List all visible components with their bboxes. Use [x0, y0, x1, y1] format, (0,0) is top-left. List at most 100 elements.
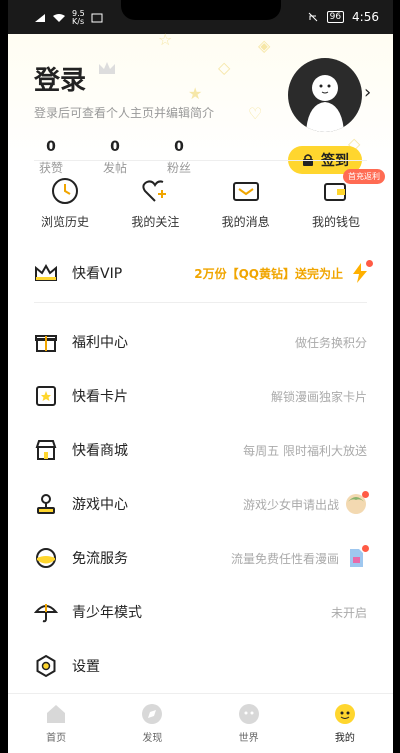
clock-icon — [52, 178, 78, 204]
stats-row: 0 获赞 0 发帖 0 粉丝 — [34, 139, 196, 176]
login-title[interactable]: 登录 — [34, 60, 117, 97]
profile-chevron-icon[interactable]: › — [364, 82, 371, 103]
vip-label: 快看VIP — [72, 266, 123, 282]
menu-games-icon-wrap — [34, 492, 58, 516]
quick-history[interactable]: 浏览历史 — [22, 175, 108, 230]
sim-icon — [35, 14, 45, 22]
menu-label: 游戏中心 — [72, 497, 128, 513]
network-speed-unit: K/s — [72, 17, 85, 26]
menu-list: 福利中心 做任务换积分 快看卡片 解锁漫画独家卡片 快看商城 每周五 限时福利大… — [8, 315, 393, 693]
menu-hint: 未开启 — [330, 605, 367, 620]
star-decoration-icon: ☆ — [158, 30, 173, 49]
vip-promo-thumb — [349, 260, 373, 284]
heart-plus-icon — [142, 180, 167, 202]
games-thumb — [345, 491, 369, 515]
quick-actions: 浏览历史 我的关注 我的消息 首充返利 我的钱包 — [22, 169, 385, 230]
quick-wallet[interactable]: 首充返利 我的钱包 — [293, 169, 385, 230]
quick-messages[interactable]: 我的消息 — [203, 175, 289, 230]
quick-messages-label: 我的消息 — [221, 215, 270, 229]
stat-label: 粉丝 — [166, 161, 191, 175]
notification-dot — [362, 545, 369, 552]
quick-follow[interactable]: 我的关注 — [112, 175, 198, 230]
menu-welfare-icon-wrap — [34, 330, 58, 354]
menu-settings-icon-wrap — [34, 654, 58, 678]
menu-label: 福利中心 — [72, 335, 128, 351]
tab-discover[interactable]: 发现 — [104, 694, 200, 753]
joystick-icon — [37, 494, 55, 514]
crown-icon — [35, 263, 57, 281]
quick-follow-label: 我的关注 — [131, 215, 180, 229]
tab-world[interactable]: 世界 — [201, 694, 297, 753]
battery-level: 96 — [326, 11, 345, 23]
stat-label: 发帖 — [102, 161, 127, 175]
menu-label: 设置 — [72, 659, 100, 675]
gift-decoration-icon: ◈ — [258, 36, 271, 55]
stat-likes[interactable]: 0 获赞 — [34, 139, 68, 176]
menu-hint: 每周五 限时福利大放送 — [243, 443, 367, 458]
mute-icon — [308, 12, 317, 22]
tab-label: 世界 — [238, 733, 259, 744]
star-decoration-icon: ★ — [188, 84, 203, 103]
menu-teen-mode-icon-wrap — [34, 600, 58, 624]
tab-label: 我的 — [334, 733, 355, 744]
free-data-thumb — [345, 545, 369, 569]
avatar[interactable] — [288, 58, 362, 132]
menu-shop[interactable]: 快看商城 每周五 限时福利大放送 — [8, 423, 393, 477]
stat-posts[interactable]: 0 发帖 — [98, 139, 132, 176]
stat-fans[interactable]: 0 粉丝 — [162, 139, 196, 176]
vip-row[interactable]: 快看VIP 2万份【QQ黄钻】送完为止 — [34, 255, 373, 291]
default-avatar-icon — [306, 75, 344, 132]
menu-hint: 解锁漫画独家卡片 — [270, 389, 367, 404]
stat-value: 0 — [46, 139, 56, 155]
menu-cards[interactable]: 快看卡片 解锁漫画独家卡片 — [8, 369, 393, 423]
status-bar: 9.5 K/s 96 4:56 — [8, 0, 393, 34]
menu-hint: 游戏少女申请出战 — [242, 497, 339, 512]
menu-cards-icon-wrap — [34, 384, 58, 408]
settings-icon — [36, 654, 56, 678]
tab-me[interactable]: 我的 — [297, 694, 393, 753]
bottom-tab-bar: 首页 发现 世界 我的 — [8, 693, 393, 753]
menu-hint: 做任务换积分 — [294, 335, 367, 350]
menu-free-data-icon-wrap — [34, 546, 58, 570]
menu-label: 快看商城 — [72, 443, 128, 459]
tab-home[interactable]: 首页 — [8, 694, 104, 753]
wifi-icon — [53, 14, 65, 22]
shop-icon — [35, 440, 57, 460]
menu-welfare[interactable]: 福利中心 做任务换积分 — [8, 315, 393, 369]
menu-label: 青少年模式 — [72, 605, 142, 621]
menu-label: 免流服务 — [72, 551, 128, 567]
card-icon — [36, 386, 56, 406]
app-screen: 9.5 K/s 96 4:56 ☆ ◇ ◈ ★ ♡ ◇ 登录 登录后可查看个人主… — [8, 0, 393, 753]
heart-decoration-icon: ♡ — [248, 104, 263, 123]
notification-dot — [362, 491, 369, 498]
wallet-badge: 首充返利 — [342, 169, 385, 184]
menu-shop-icon-wrap — [34, 438, 58, 462]
menu-hint: 流量免费任性看漫画 — [230, 551, 339, 566]
divider — [34, 302, 367, 303]
quick-history-icon-wrap — [22, 175, 108, 207]
divider — [34, 160, 367, 161]
network-speed: 9.5 K/s — [72, 10, 85, 26]
me-icon — [334, 704, 355, 724]
menu-games[interactable]: 游戏中心 游戏少女申请出战 — [8, 477, 393, 531]
profile-header: ☆ ◇ ◈ ★ ♡ ◇ 登录 登录后可查看个人主页并编辑简介 › 0 获赞 0 … — [8, 30, 393, 175]
quick-wallet-label: 我的钱包 — [311, 215, 360, 229]
gift-icon — [35, 335, 57, 352]
status-left: 9.5 K/s — [34, 10, 103, 26]
menu-free-data[interactable]: 免流服务 流量免费任性看漫画 — [8, 531, 393, 585]
quick-history-label: 浏览历史 — [40, 215, 89, 229]
menu-settings[interactable]: 设置 — [8, 639, 393, 693]
quick-messages-icon-wrap — [203, 175, 289, 207]
tab-label: 首页 — [46, 733, 67, 744]
data-icon — [36, 548, 56, 568]
tab-label: 发现 — [142, 733, 163, 744]
menu-teen-mode[interactable]: 青少年模式 未开启 — [8, 585, 393, 639]
discover-icon — [142, 704, 163, 724]
home-icon — [47, 705, 66, 723]
login-title-text: 登录 — [34, 66, 87, 96]
image-icon — [91, 13, 103, 23]
status-right: 96 4:56 — [307, 10, 379, 24]
diamond-decoration-icon: ◇ — [218, 58, 231, 77]
world-icon — [238, 704, 259, 724]
login-subtitle: 登录后可查看个人主页并编辑简介 — [34, 106, 215, 120]
